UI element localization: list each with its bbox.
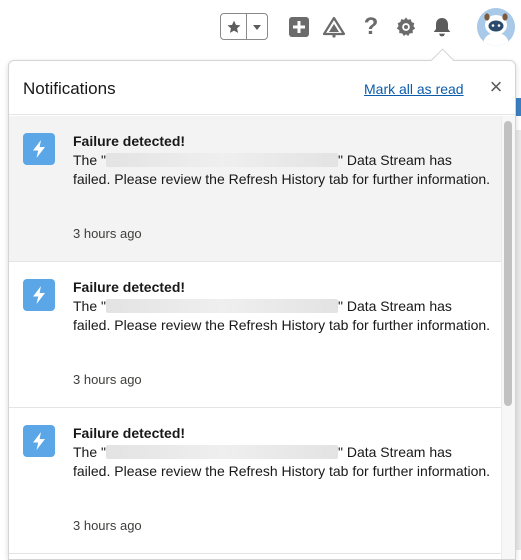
star-icon	[227, 20, 240, 33]
help-button[interactable]: ?	[357, 13, 385, 41]
favorites-button-group	[220, 13, 268, 40]
notification-item[interactable]: Failure detected! The " " Data Stream has…	[9, 408, 501, 554]
mark-all-read-link[interactable]: Mark all as read	[364, 81, 464, 97]
lightning-icon	[33, 140, 45, 158]
notification-type-icon	[23, 279, 55, 311]
lightning-icon	[33, 286, 45, 304]
notification-text-start: The "	[73, 298, 106, 314]
trailhead-button[interactable]	[320, 13, 348, 41]
notifications-panel: Notifications Mark all as read × Failure…	[8, 60, 516, 560]
notification-content: Failure detected! The " " Data Stream has…	[73, 278, 493, 335]
notification-scrollbar[interactable]	[501, 116, 515, 559]
notifications-button[interactable]	[428, 13, 456, 41]
caret-down-icon	[253, 24, 261, 30]
panel-title: Notifications	[23, 79, 116, 98]
favorites-button[interactable]	[221, 14, 247, 39]
notification-content: Failure detected! The " " Data Stream has…	[73, 132, 493, 189]
notification-text-start: The "	[73, 444, 106, 460]
notification-title: Failure detected!	[73, 279, 186, 295]
notification-text-start: The "	[73, 152, 106, 168]
favorites-dropdown-button[interactable]	[247, 14, 267, 39]
notification-item[interactable]: Failure detected! The " " Data Stream has…	[9, 116, 501, 262]
notification-item[interactable]: Failure detected! The " " Data Stream has…	[9, 262, 501, 408]
background-page-accent	[516, 98, 521, 116]
astro-avatar-icon	[477, 8, 515, 46]
global-header: ?	[0, 0, 521, 56]
scrollbar-thumb[interactable]	[504, 121, 512, 406]
redacted-stream-name	[105, 299, 338, 313]
notification-list: Failure detected! The " " Data Stream has…	[9, 116, 501, 559]
notification-timestamp: 3 hours ago	[73, 372, 142, 387]
close-button[interactable]: ×	[485, 76, 507, 98]
background-page-edge	[516, 130, 521, 550]
redacted-stream-name	[105, 153, 338, 167]
question-icon: ?	[363, 13, 379, 40]
notification-type-icon	[23, 133, 55, 165]
gear-icon	[396, 17, 416, 36]
notification-content: Failure detected! The " " Data Stream has…	[73, 424, 493, 481]
redacted-stream-name	[105, 445, 338, 459]
user-avatar[interactable]	[477, 8, 515, 46]
setup-button[interactable]	[392, 13, 420, 41]
close-icon: ×	[489, 74, 503, 99]
notification-timestamp: 3 hours ago	[73, 226, 142, 241]
notification-type-icon	[23, 425, 55, 457]
plus-square-icon	[289, 17, 309, 37]
bell-icon	[433, 18, 451, 37]
lightning-icon	[33, 432, 45, 450]
trailhead-icon	[322, 16, 346, 38]
notification-timestamp: 3 hours ago	[73, 518, 142, 533]
notification-title: Failure detected!	[73, 133, 186, 149]
notification-title: Failure detected!	[73, 425, 186, 441]
global-actions-button[interactable]	[285, 13, 313, 41]
